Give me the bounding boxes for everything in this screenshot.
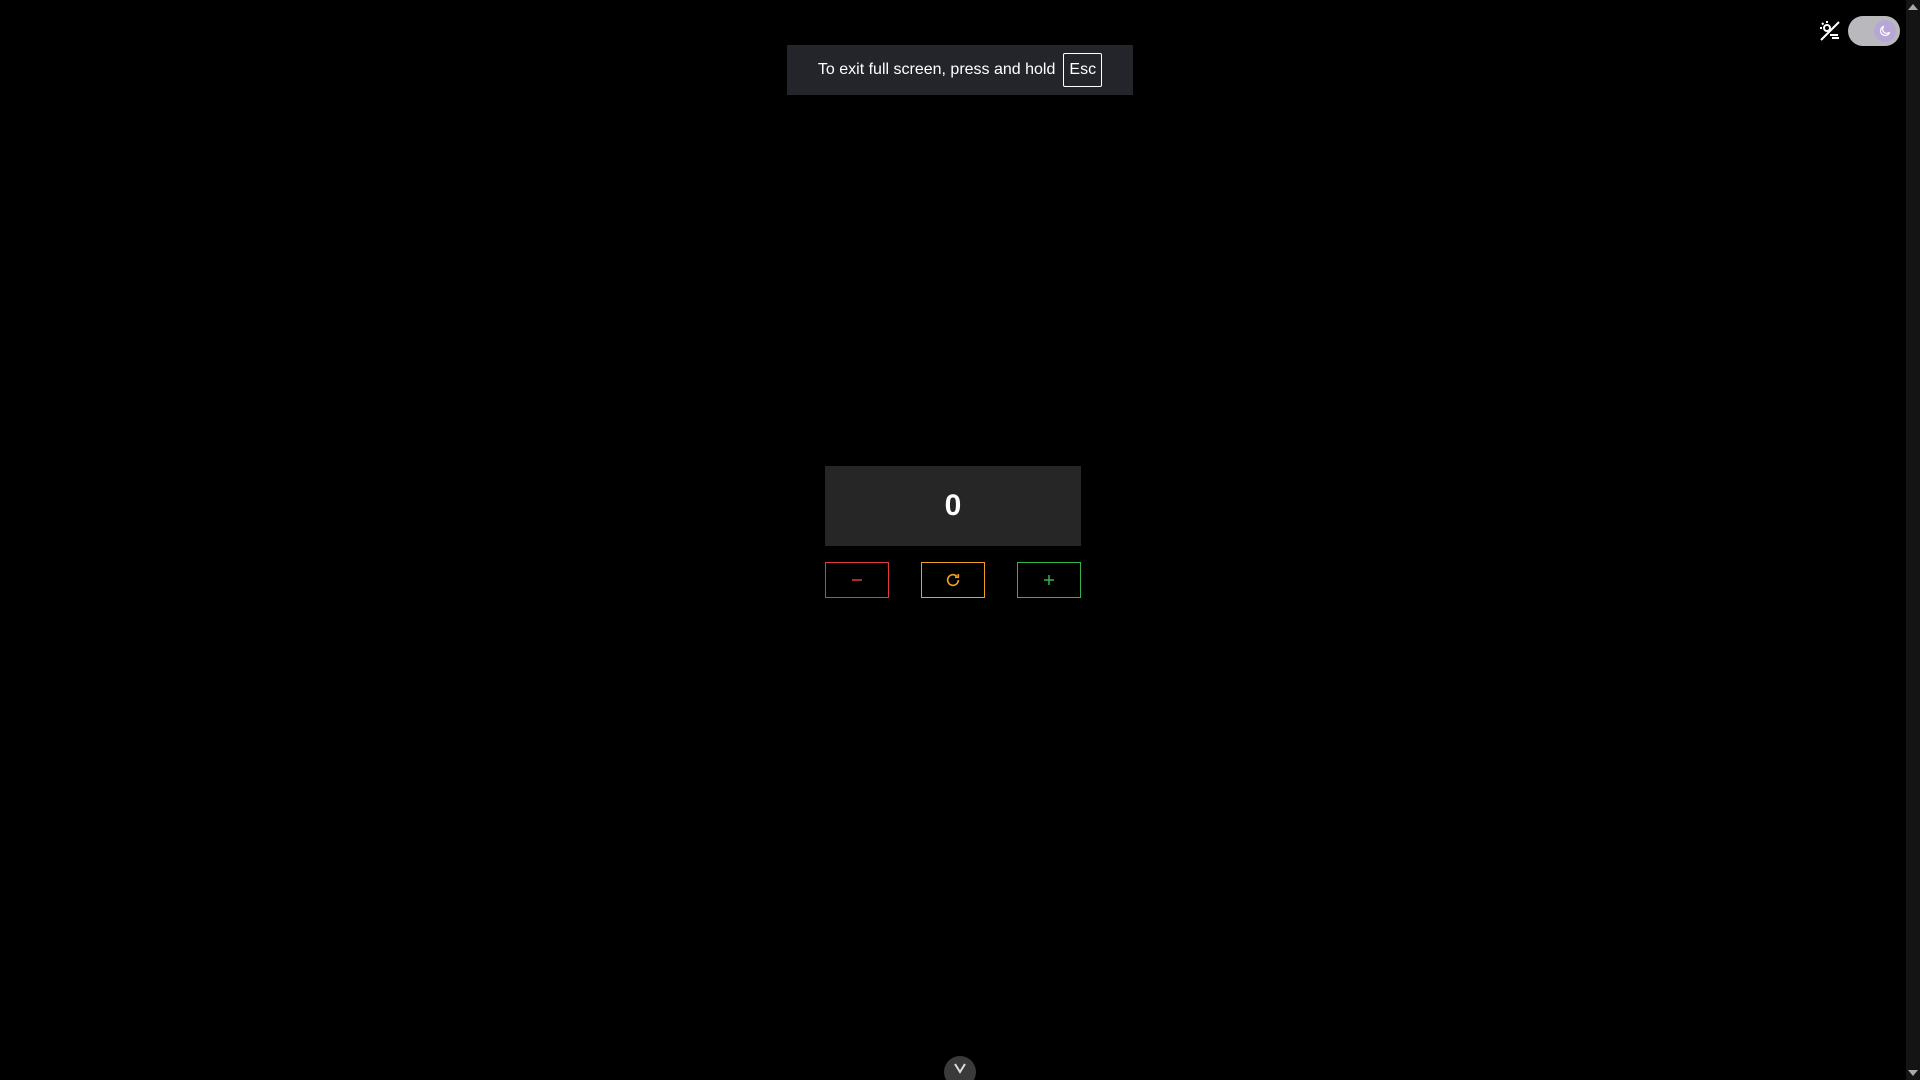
fullscreen-exit-notice: To exit full screen, press and hold Esc bbox=[787, 45, 1133, 95]
app-viewport: To exit full screen, press and hold Esc … bbox=[0, 0, 1920, 1080]
theme-toggle-area bbox=[1818, 16, 1900, 46]
increment-button[interactable] bbox=[1017, 562, 1081, 598]
vertical-scrollbar[interactable] bbox=[1906, 0, 1920, 1080]
esc-key-badge: Esc bbox=[1063, 53, 1103, 87]
counter-value: 0 bbox=[825, 466, 1081, 546]
theme-toggle-switch[interactable] bbox=[1848, 16, 1900, 46]
refresh-icon bbox=[946, 573, 960, 587]
chevron-down-icon bbox=[954, 1063, 966, 1074]
reset-button[interactable] bbox=[921, 562, 985, 598]
moon-icon bbox=[1880, 25, 1891, 36]
decrement-button[interactable] bbox=[825, 562, 889, 598]
sun-off-icon bbox=[1820, 21, 1840, 41]
scroll-down-arrow-icon[interactable] bbox=[1908, 1070, 1918, 1076]
scroll-down-button[interactable] bbox=[944, 1056, 976, 1080]
fullscreen-notice-text: To exit full screen, press and hold bbox=[817, 61, 1056, 78]
scroll-up-arrow-icon[interactable] bbox=[1908, 4, 1918, 10]
toggle-knob bbox=[1874, 20, 1896, 42]
plus-icon bbox=[1044, 575, 1054, 585]
minus-icon bbox=[852, 579, 862, 581]
